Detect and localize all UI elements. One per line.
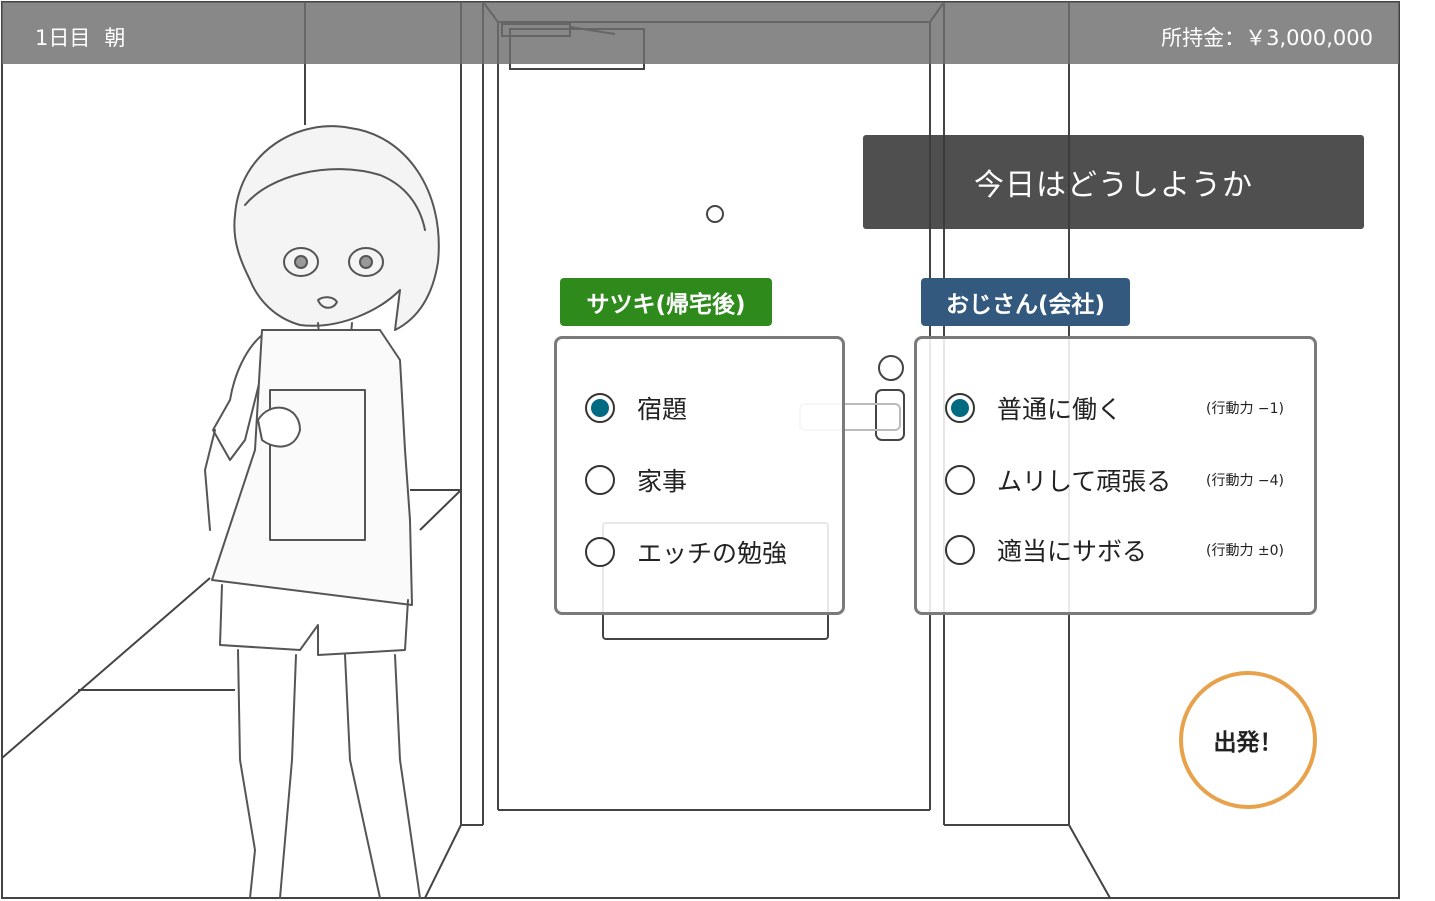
money-display: 所持金：￥3,000,000 — [1161, 22, 1373, 52]
radio-unselected-icon[interactable] — [585, 465, 615, 495]
day-count: 1日目 — [35, 26, 91, 50]
ojisan-option-work-hard[interactable]: ムリして頑張る (行動力 −4) — [945, 460, 1314, 500]
option-label: エッチの勉強 — [637, 539, 788, 568]
prompt-box: 今日はどうしようか — [863, 135, 1364, 229]
option-label: ムリして頑張る — [997, 467, 1172, 496]
day-indicator: 1日目朝 — [35, 22, 125, 52]
satsuki-option-homework[interactable]: 宿題 — [585, 388, 687, 428]
money-value: ￥3,000,000 — [1245, 26, 1373, 50]
radio-unselected-icon[interactable] — [585, 537, 615, 567]
ojisan-option-work-normal[interactable]: 普通に働く (行動力 −1) — [945, 388, 1314, 428]
money-label: 所持金： — [1161, 26, 1246, 50]
satsuki-options-panel: 宿題 家事 エッチの勉強 — [554, 336, 845, 615]
action-cost: (行動力 ±0) — [1205, 543, 1284, 559]
ojisan-option-slack-off[interactable]: 適当にサボる (行動力 ±0) — [945, 530, 1314, 570]
action-cost: (行動力 −4) — [1205, 473, 1284, 489]
radio-selected-icon[interactable] — [945, 393, 975, 423]
option-label: 適当にサボる — [997, 537, 1148, 566]
depart-label: 出発！ — [1213, 730, 1283, 756]
radio-unselected-icon[interactable] — [945, 465, 975, 495]
prompt-text: 今日はどうしようか — [974, 168, 1253, 203]
ojisan-tag: おじさん(会社) — [921, 278, 1130, 326]
radio-selected-icon[interactable] — [585, 393, 615, 423]
depart-button[interactable]: 出発！ — [1179, 671, 1317, 809]
radio-unselected-icon[interactable] — [945, 535, 975, 565]
satsuki-tag: サツキ(帰宅後) — [560, 278, 772, 326]
action-cost: (行動力 −1) — [1205, 401, 1284, 417]
option-label: 家事 — [637, 467, 688, 496]
time-of-day: 朝 — [104, 26, 126, 50]
option-label: 普通に働く — [997, 395, 1123, 424]
ojisan-options-panel: 普通に働く (行動力 −1) ムリして頑張る (行動力 −4) 適当にサボる (… — [914, 336, 1317, 615]
status-bar: 1日目朝 所持金：￥3,000,000 — [2, 2, 1399, 64]
option-label: 宿題 — [637, 395, 688, 424]
satsuki-option-housework[interactable]: 家事 — [585, 460, 687, 500]
satsuki-option-study[interactable]: エッチの勉強 — [585, 532, 787, 572]
